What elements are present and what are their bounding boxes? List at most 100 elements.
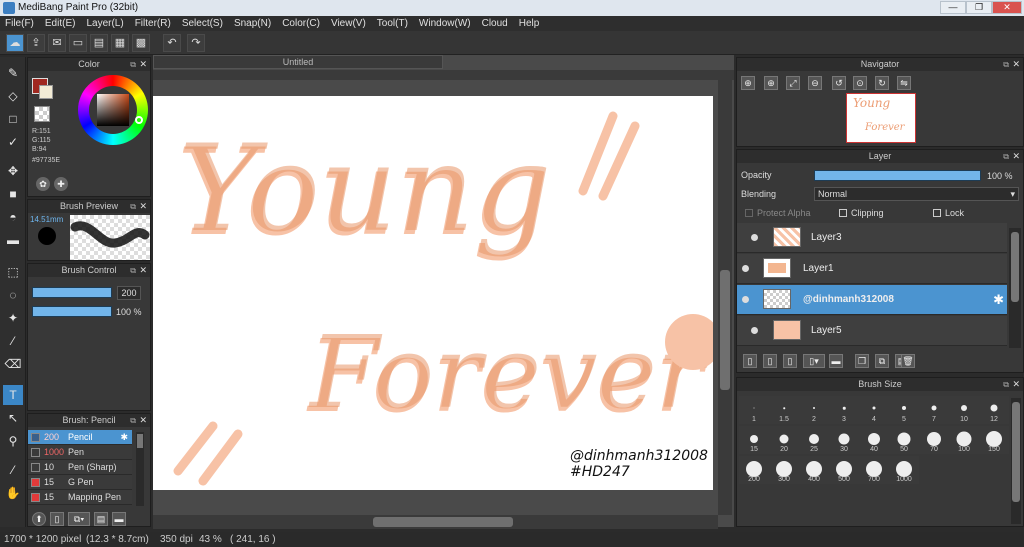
close-icon[interactable]: ✕ xyxy=(139,264,147,277)
layer-menu-icon[interactable]: ▯▾ xyxy=(803,354,825,368)
brush-size-cell[interactable]: 12 xyxy=(979,396,1009,424)
palette-icon[interactable]: ✿ xyxy=(36,177,50,191)
reset-view-icon[interactable]: ⊙ xyxy=(853,76,867,90)
undock-icon[interactable]: ⧉ xyxy=(130,200,136,213)
close-icon[interactable]: ✕ xyxy=(1012,150,1020,163)
clipping-checkbox[interactable] xyxy=(839,209,847,217)
color-wheel[interactable] xyxy=(78,75,148,145)
zoom-out-icon[interactable]: ⊖ xyxy=(808,76,822,90)
select-rect-icon[interactable]: ⬚ xyxy=(3,262,23,282)
menu-cloud[interactable]: Cloud xyxy=(477,16,514,31)
brush-item[interactable]: 15 G Pen xyxy=(28,475,132,490)
fit-window-icon[interactable]: ⤢ xyxy=(786,76,800,90)
brush-size-cell[interactable]: 70 xyxy=(919,426,949,454)
brush-size-cell[interactable]: 150 xyxy=(979,426,1009,454)
brush-item[interactable]: 200 Pencil ✱ xyxy=(28,430,132,445)
brush-size-cell[interactable]: 400 xyxy=(799,456,829,484)
close-icon[interactable]: ✕ xyxy=(139,414,147,427)
brush-size-cell[interactable]: 2 xyxy=(799,396,829,424)
brush-size-cell[interactable]: 1.5 xyxy=(769,396,799,424)
flip-icon[interactable]: ⇋ xyxy=(897,76,911,90)
text-tool-icon[interactable]: T xyxy=(3,385,23,405)
brush-size-value[interactable]: 200 xyxy=(117,286,141,300)
document-tab[interactable]: Untitled xyxy=(153,55,443,69)
rotate-right-icon[interactable]: ↻ xyxy=(875,76,889,90)
brush-item[interactable]: 1000 Pen xyxy=(28,445,132,460)
hand-tool-icon[interactable]: ✋ xyxy=(3,483,23,503)
gear-icon[interactable]: ✱ xyxy=(993,292,1004,308)
pen-tool-icon[interactable]: ✓ xyxy=(3,132,23,152)
transparent-swatch[interactable] xyxy=(34,106,50,122)
layer-row[interactable]: Layer1 xyxy=(737,254,1007,284)
layer-row[interactable]: @dinhmanh312008 ✱ xyxy=(737,285,1007,315)
brush-size-cell[interactable]: 20 xyxy=(769,426,799,454)
close-icon[interactable]: ✕ xyxy=(1012,378,1020,391)
close-button[interactable]: ✕ xyxy=(992,1,1022,14)
duplicate-layer-icon[interactable]: ❐ xyxy=(855,354,869,368)
brush-size-cell[interactable]: 200 xyxy=(739,456,769,484)
brush-size-cell[interactable]: 15 xyxy=(739,426,769,454)
undock-icon[interactable]: ⧉ xyxy=(1003,58,1009,71)
layer-opacity-slider[interactable] xyxy=(814,170,981,181)
chat-icon[interactable]: ▭ xyxy=(69,34,87,52)
brush-item[interactable]: 10 Pen (Sharp) xyxy=(28,460,132,475)
eyedropper-icon[interactable]: ⁄ xyxy=(3,460,23,480)
brush-size-cell[interactable]: 1 xyxy=(739,396,769,424)
brush-size-cell[interactable]: 3 xyxy=(829,396,859,424)
brush-tool-icon[interactable]: ✎ xyxy=(3,63,23,83)
brush-item[interactable]: 15 Mapping Pen xyxy=(28,490,132,505)
layer-row[interactable]: Layer5 xyxy=(737,316,1007,346)
menu-filter[interactable]: Filter(R) xyxy=(130,16,177,31)
operation-tool-icon[interactable]: ↖ xyxy=(3,408,23,428)
undock-icon[interactable]: ⧉ xyxy=(130,264,136,277)
select-pen-icon[interactable]: ⁄ xyxy=(3,331,23,351)
dropper-tool-icon[interactable]: ⚲ xyxy=(3,431,23,451)
brush-size-cell[interactable]: 50 xyxy=(889,426,919,454)
menu-snap[interactable]: Snap(N) xyxy=(229,16,277,31)
menu-window[interactable]: Window(W) xyxy=(414,16,477,31)
brush-opacity-slider[interactable] xyxy=(32,306,112,317)
navigator-thumbnail[interactable]: Young Forever xyxy=(846,93,916,143)
brush-size-cell[interactable]: 700 xyxy=(859,456,889,484)
add-brush-icon[interactable]: ⬆ xyxy=(32,512,46,526)
hue-marker[interactable] xyxy=(135,116,143,124)
layer-list-scrollbar[interactable] xyxy=(1009,228,1021,348)
blending-select[interactable]: Normal ▾ xyxy=(814,187,1019,201)
protect-alpha-checkbox[interactable] xyxy=(745,209,753,217)
lasso-tool-icon[interactable]: ◌ xyxy=(3,285,23,305)
lock-checkbox[interactable] xyxy=(933,209,941,217)
brush-list-scrollbar[interactable] xyxy=(136,432,144,506)
fill-rect-icon[interactable]: ■ xyxy=(3,184,23,204)
brush-size-cell[interactable]: 1000 xyxy=(889,456,919,484)
upload-icon[interactable]: ⇪ xyxy=(27,34,45,52)
redo-icon[interactable]: ↷ xyxy=(187,34,205,52)
merge-layer-icon[interactable]: ⧉ xyxy=(875,354,889,368)
gear-icon[interactable]: ✱ xyxy=(120,430,128,445)
brush-size-scrollbar[interactable] xyxy=(1011,398,1021,524)
rotate-left-icon[interactable]: ↺ xyxy=(832,76,846,90)
maximize-button[interactable]: ❐ xyxy=(966,1,992,14)
menu-layer[interactable]: Layer(L) xyxy=(81,16,129,31)
rectangle-select-icon[interactable]: □ xyxy=(3,109,23,129)
menu-edit[interactable]: Edit(E) xyxy=(40,16,82,31)
undock-icon[interactable]: ⧉ xyxy=(130,414,136,427)
canvas-paper[interactable]: Young Young Forever Forever @dinhmanh312… xyxy=(153,96,713,490)
gradient-tool-icon[interactable]: ▬ xyxy=(3,230,23,250)
zoom-fit-icon[interactable]: ⊕ xyxy=(764,76,778,90)
saturation-box[interactable] xyxy=(97,94,129,126)
brush-size-cell[interactable]: 500 xyxy=(829,456,859,484)
eye-icon[interactable] xyxy=(742,296,749,303)
new-brush-icon[interactable]: ▯ xyxy=(50,512,64,526)
folder-icon[interactable]: ▬ xyxy=(829,354,843,368)
new-8bit-layer-icon[interactable]: ▯ xyxy=(783,354,797,368)
page-icon[interactable]: ▤ xyxy=(90,34,108,52)
eye-icon[interactable] xyxy=(751,327,758,334)
eye-icon[interactable] xyxy=(742,265,749,272)
close-icon[interactable]: ✕ xyxy=(139,200,147,213)
canvas-horizontal-scrollbar[interactable] xyxy=(153,515,718,529)
brush-settings-icon[interactable]: ▤ xyxy=(94,512,108,526)
brush-size-cell[interactable]: 10 xyxy=(949,396,979,424)
brush-folder-icon[interactable]: ▬ xyxy=(112,512,126,526)
move-tool-icon[interactable]: ✥ xyxy=(3,161,23,181)
undock-icon[interactable]: ⧉ xyxy=(1003,150,1009,163)
